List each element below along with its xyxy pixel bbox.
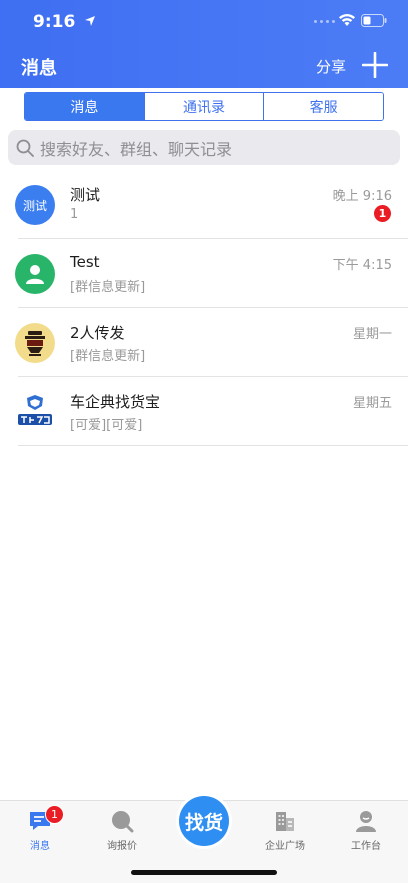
conversation-preview: [群信息更新] <box>70 280 146 295</box>
conversation-name: 2人传发 <box>70 324 125 342</box>
user-icon <box>26 265 44 284</box>
conversation-time: 晚上 9:16 <box>332 189 392 204</box>
conversation-time: 下午 4:15 <box>332 258 392 273</box>
tabbar-badge: 1 <box>45 805 64 824</box>
search-placeholder: 搜索好友、群组、聊天记录 <box>40 139 233 159</box>
tabbar-label: 工作台 <box>351 841 381 852</box>
conversation-row[interactable]: 车企典找货宝 [可爱][可爱] 星期五 <box>0 377 408 446</box>
find-goods-label: 找货 <box>179 796 229 846</box>
segmented-tabs: 消息 通讯录 客服 <box>24 92 384 121</box>
plus-icon[interactable] <box>362 52 388 78</box>
search-icon <box>16 139 34 157</box>
conversation-row[interactable]: 2人传发 [群信息更新] 星期一 <box>0 308 408 377</box>
tabbar-item-messages[interactable]: 1 消息 <box>5 805 75 852</box>
wifi-icon <box>339 14 355 26</box>
tabbar-item-inquiry[interactable]: 询报价 <box>87 809 157 852</box>
tabbar-label: 消息 <box>30 841 50 852</box>
tab-customer-service[interactable]: 客服 <box>263 93 383 120</box>
avatar-text: 测试 <box>22 198 47 213</box>
tabbar-item-workbench[interactable]: 工作台 <box>331 809 401 852</box>
tab-messages[interactable]: 消息 <box>25 93 144 120</box>
unread-badge: 1 <box>374 205 391 222</box>
page-title: 消息 <box>21 58 57 79</box>
battery-icon <box>361 14 387 27</box>
conversation-preview: [群信息更新] <box>70 349 146 364</box>
conversation-time: 星期一 <box>352 327 392 342</box>
conversation-time: 星期五 <box>352 396 392 411</box>
home-indicator <box>131 870 277 875</box>
conversation-preview: [可爱][可爱] <box>70 418 143 433</box>
share-button[interactable]: 分享 <box>316 56 346 77</box>
conversation-name: 测试 <box>70 186 101 204</box>
workbench-icon <box>356 811 376 832</box>
tabbar-item-enterprise-plaza[interactable]: 企业广场 <box>250 809 320 852</box>
conversation-row[interactable]: Test [群信息更新] 下午 4:15 <box>0 239 408 308</box>
conversation-list: 测试 测试 1 晚上 9:16 1 Test [群信息更新] 下午 4:15 2… <box>0 170 408 446</box>
location-arrow-icon <box>85 16 95 26</box>
find-goods-button[interactable]: 找货 <box>176 793 232 849</box>
conversation-name: Test <box>70 253 100 271</box>
status-time: 9:16 <box>33 12 76 32</box>
conversation-preview: 1 <box>70 207 79 222</box>
avatar <box>15 392 55 432</box>
building-icon <box>276 812 294 831</box>
tabbar-label: 企业广场 <box>265 841 305 852</box>
header: 9:16 消息 分享 <box>0 0 408 88</box>
conversation-row[interactable]: 测试 测试 1 晚上 9:16 1 <box>0 170 408 239</box>
tab-contacts[interactable]: 通讯录 <box>143 93 264 120</box>
cauldron-icon <box>25 331 45 356</box>
conversation-name: 车企典找货宝 <box>70 393 161 411</box>
avatar: 测试 <box>15 185 55 225</box>
inquiry-icon <box>112 811 134 833</box>
search-bar[interactable]: 搜索好友、群组、聊天记录 <box>8 130 400 165</box>
brand-logo-icon <box>18 395 52 425</box>
avatar <box>15 323 55 363</box>
signal-icon <box>314 20 335 23</box>
avatar <box>15 254 55 294</box>
tabbar-label: 询报价 <box>107 841 137 852</box>
